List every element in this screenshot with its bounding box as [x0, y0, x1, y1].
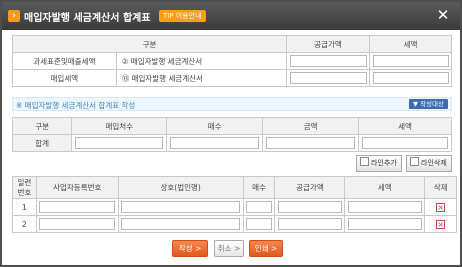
count-field[interactable]: [246, 201, 273, 213]
totals-header-row: 구분 매입처수 매수 금액 세액: [11, 117, 452, 135]
supply-field[interactable]: [277, 201, 342, 213]
header-delete: 삭제: [424, 176, 457, 199]
totals-header-count: 매수: [166, 117, 264, 135]
delete-x-icon[interactable]: ×: [436, 202, 446, 212]
delete-row-button[interactable]: 라인삭제: [406, 155, 452, 172]
sales-tax-field[interactable]: [372, 55, 449, 67]
note-text: ※ 매입자발행 세금계산서 합계표 작성: [16, 101, 136, 110]
summary-table: 구분 공급가액 세액 과세표준및매출세액 ② 매입자발행 세금계산서 매입세액 …: [11, 35, 452, 87]
add-row-button[interactable]: 라인추가: [356, 155, 402, 172]
total-amount-field[interactable]: [266, 137, 356, 149]
tax-field[interactable]: [347, 218, 422, 230]
company-field[interactable]: [121, 218, 241, 230]
detail-header-row: 일련 번호 사업자등록번호 상호(법인명) 매수 공급가액 세액 삭제: [12, 176, 457, 199]
sales-supply-field[interactable]: [289, 55, 367, 67]
chevron-right-icon: ›: [8, 10, 20, 22]
add-row-icon: [360, 157, 369, 166]
header-supply: 공급가액: [274, 176, 346, 199]
biz-no-field[interactable]: [39, 201, 116, 213]
close-icon[interactable]: ✕: [434, 6, 452, 24]
delete-row-label: 라인삭제: [421, 159, 447, 167]
summary-row-sales: 과세표준및매출세액 ② 매입자발행 세금계산서: [12, 52, 452, 70]
purchase-supply-field[interactable]: [289, 72, 367, 84]
window-title: 매입자발행 세금계산서 합계표: [24, 13, 151, 24]
header-tax: 세액: [344, 176, 426, 199]
print-button[interactable]: 인쇄 >: [249, 240, 283, 257]
write-button[interactable]: 작성 >: [172, 240, 208, 257]
summary-category-label: 과세표준및매출세액: [12, 52, 117, 70]
summary-header-tax: 세액: [369, 35, 452, 53]
header-seq-line1: 일련: [17, 177, 32, 187]
count-field[interactable]: [246, 218, 273, 230]
biz-no-field[interactable]: [39, 218, 116, 230]
supply-field[interactable]: [277, 218, 342, 230]
total-count-field[interactable]: [170, 137, 260, 149]
summary-header-category: 구분: [11, 35, 288, 53]
totals-header-category: 구분: [11, 117, 73, 135]
summary-item-label: ⑬ 매입자발행 세금계산서: [115, 69, 288, 87]
table-row: 2 ×: [12, 215, 457, 233]
delete-x-icon[interactable]: ×: [436, 219, 446, 229]
totals-header-tax: 세액: [358, 117, 452, 135]
detail-table: 일련 번호 사업자등록번호 상호(법인명) 매수 공급가액 세액 삭제 1 × 2…: [12, 176, 457, 233]
add-row-label: 라인추가: [371, 159, 397, 167]
title-bar: › 매입자발행 세금계산서 합계표 TIP 이용안내 ✕: [2, 2, 460, 30]
header-count: 매수: [242, 176, 276, 199]
total-tax-field[interactable]: [362, 137, 449, 149]
totals-header-vendors: 매입처수: [71, 117, 168, 135]
popup-window: › 매입자발행 세금계산서 합계표 TIP 이용안내 ✕ 구분 공급가액 세액 …: [0, 0, 462, 267]
header-seq: 일련 번호: [12, 176, 37, 199]
table-row: 1 ×: [12, 198, 457, 216]
totals-row: 합계: [11, 134, 452, 152]
header-biz-no: 사업자등록번호: [35, 176, 119, 199]
header-seq-line2: 번호: [17, 187, 32, 197]
summary-category-label: 매입세액: [12, 69, 117, 87]
header-company: 상호(법인명): [117, 176, 244, 199]
row-seq: 2: [12, 215, 37, 233]
summary-header-supply: 공급가액: [286, 35, 371, 53]
summary-row-purchase: 매입세액 ⑬ 매입자발행 세금계산서: [12, 69, 452, 87]
summary-item-label: ② 매입자발행 세금계산서: [115, 52, 288, 70]
delete-row-icon: [410, 157, 419, 166]
totals-row-label: 합계: [11, 134, 73, 152]
totals-table: 구분 매입처수 매수 금액 세액 합계: [11, 117, 452, 152]
tax-field[interactable]: [347, 201, 422, 213]
instruction-note: ※ 매입자발행 세금계산서 합계표 작성 ▼ 작성대상: [12, 97, 452, 111]
purchase-tax-field[interactable]: [372, 72, 449, 84]
tip-guide-button[interactable]: TIP 이용안내: [159, 10, 206, 22]
row-seq: 1: [12, 198, 37, 216]
write-target-button[interactable]: ▼ 작성대상: [409, 99, 448, 109]
cancel-button[interactable]: 취소 >: [214, 240, 244, 257]
summary-header-row: 구분 공급가액 세액: [11, 35, 452, 53]
total-vendors-field[interactable]: [75, 137, 164, 149]
totals-header-amount: 금액: [262, 117, 360, 135]
company-field[interactable]: [121, 201, 241, 213]
